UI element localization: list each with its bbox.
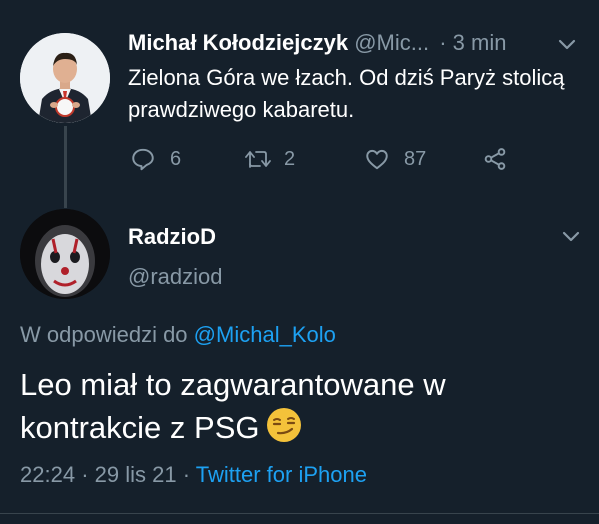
meta-separator: · — [81, 462, 89, 487]
reply-action[interactable]: 6 — [130, 145, 181, 173]
avatar-clown-face — [20, 209, 110, 299]
retweet-action[interactable]: 2 — [244, 145, 295, 173]
like-count: 87 — [404, 147, 427, 170]
reply-to-line: W odpowiedzi do @Michal_Kolo — [20, 322, 336, 348]
reply-to-prefix: W odpowiedzi do — [20, 322, 188, 347]
retweet-icon — [245, 151, 271, 168]
like-icon — [366, 149, 388, 170]
tweet-meta: 22:24 · 29 lis 21 · Twitter for iPhone — [20, 462, 367, 488]
tweet-date: 29 lis 21 — [94, 462, 177, 487]
reply-author-handle[interactable]: @radziod — [128, 264, 223, 290]
tweet-time: 22:24 — [20, 462, 76, 487]
chevron-down-icon[interactable] — [556, 33, 578, 55]
smirk-emoji — [267, 408, 302, 442]
author-handle[interactable]: @Mic... — [354, 30, 429, 55]
meta-separator: · — [182, 462, 191, 487]
share-action[interactable] — [482, 145, 508, 173]
avatar-radziod[interactable] — [20, 209, 110, 299]
tweet-time[interactable]: 3 min — [453, 30, 507, 55]
time-separator: · — [439, 30, 447, 55]
parent-tweet-text: Zielona Góra we łzach. Od dziś Paryż sto… — [128, 65, 565, 122]
divider — [0, 513, 599, 514]
parent-tweet-header: Michał Kołodziejczyk @Mic... · 3 min — [128, 30, 568, 60]
reply-count: 6 — [170, 147, 182, 170]
tweet-source-link[interactable]: Twitter for iPhone — [196, 462, 367, 487]
avatar-photo — [20, 33, 110, 123]
chevron-down-icon[interactable] — [560, 225, 582, 247]
thread-line — [64, 126, 67, 208]
reply-text-content: Leo miał to zagwarantowane w kontrakcie … — [20, 367, 446, 445]
reply-tweet-text: Leo miał to zagwarantowane w kontrakcie … — [20, 364, 580, 449]
avatar-michal[interactable] — [20, 33, 110, 123]
retweet-count: 2 — [284, 147, 296, 170]
reply-to-link[interactable]: @Michal_Kolo — [194, 322, 336, 347]
reply-icon — [132, 148, 154, 171]
author-name[interactable]: Michał Kołodziejczyk — [128, 30, 348, 55]
share-icon — [484, 148, 506, 170]
reply-author-name[interactable]: RadzioD — [128, 224, 216, 250]
like-action[interactable]: 87 — [364, 145, 426, 173]
